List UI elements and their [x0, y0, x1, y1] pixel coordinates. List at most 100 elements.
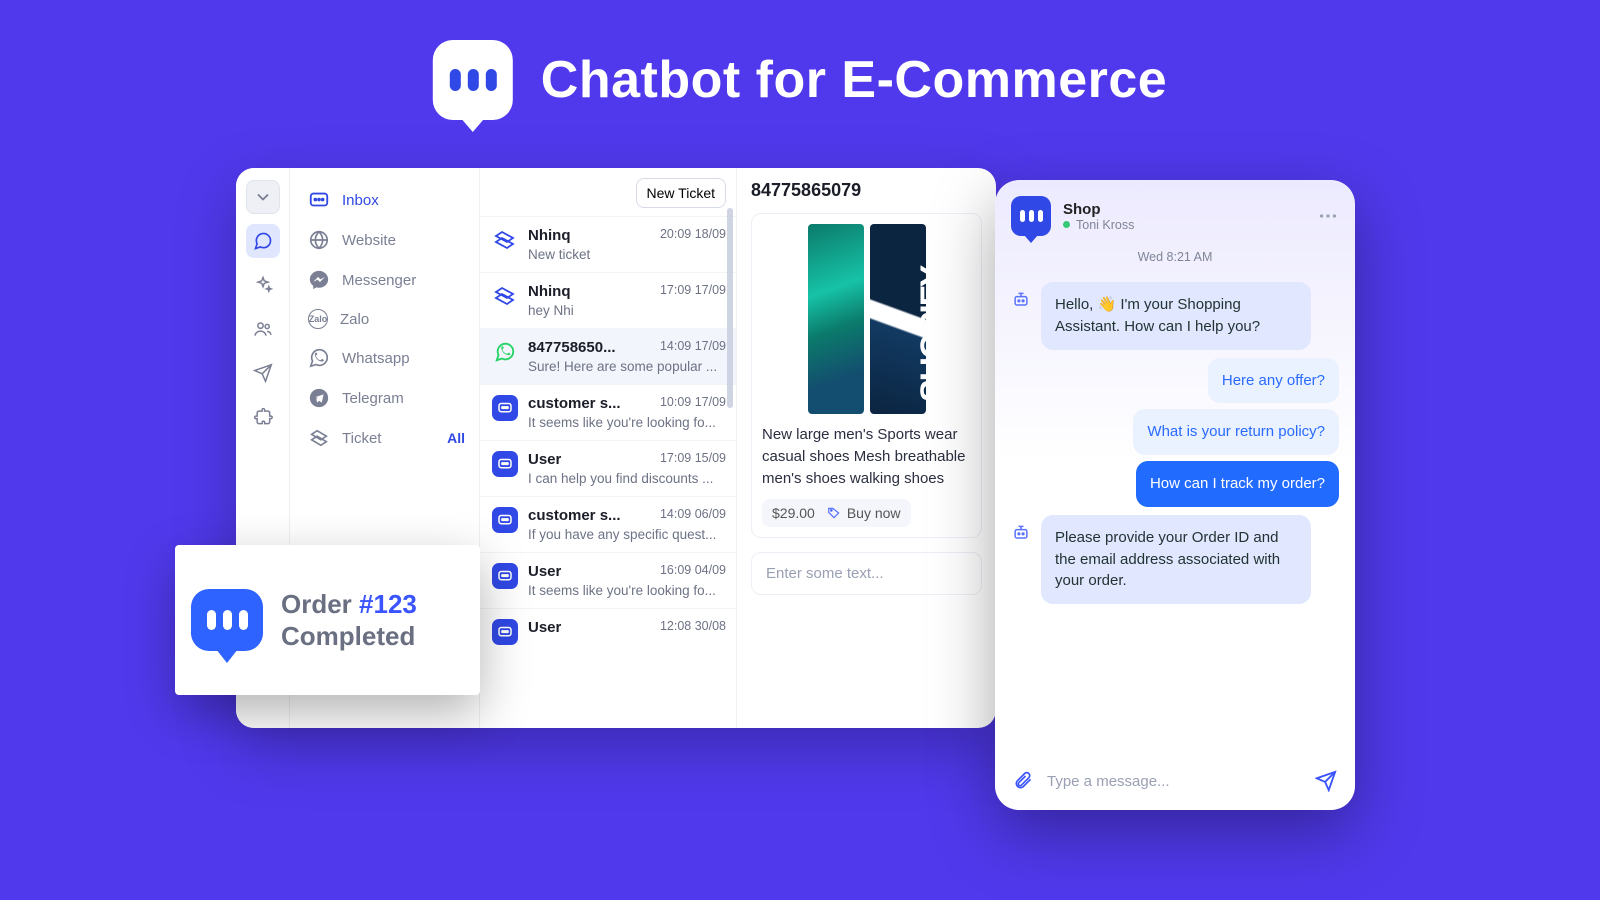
product-name: New large men's Sports wear casual shoes…	[762, 424, 971, 489]
online-dot-icon	[1063, 221, 1070, 228]
ticket-preview: It seems like you're looking fo...	[528, 415, 726, 430]
channel-whatsapp[interactable]: Whatsapp	[304, 338, 469, 378]
user-quick-reply[interactable]: What is your return policy?	[1133, 409, 1339, 455]
telegram-icon	[308, 387, 330, 409]
detail-title: 84775865079	[751, 180, 982, 201]
ticket-preview: It seems like you're looking fo...	[528, 583, 726, 598]
ticket-item[interactable]: customer s... 14:09 06/09 If you have any …	[480, 496, 736, 552]
ticket-list: Nhinq20:09 18/09New ticketNhinq17:09 17/…	[480, 216, 736, 728]
order-status-text: Order #123 Completed	[281, 588, 417, 653]
widget-timestamp: Wed 8:21 AM	[995, 250, 1355, 264]
tag-icon	[827, 506, 841, 520]
ticket-time: 10:09 17/09	[660, 395, 726, 412]
inbox-icon	[308, 189, 330, 211]
ticket-name: User	[528, 451, 561, 468]
ticket-time: 14:09 06/09	[660, 507, 726, 524]
globe-icon	[308, 229, 330, 251]
whatsapp-icon	[308, 347, 330, 369]
detail-pane: 84775865079 SHOPIFY New large men's Spor…	[736, 168, 996, 728]
ticket-time: 16:09 04/09	[660, 563, 726, 580]
chat-widget: Shop Toni Kross Wed 8:21 AM Hello, 👋 I'm…	[995, 180, 1355, 810]
channel-zalo[interactable]: Zalo Zalo	[304, 300, 469, 338]
bot-icon	[492, 619, 518, 645]
ticket-name: Nhinq	[528, 283, 571, 300]
ticket-preview: If you have any specific quest...	[528, 527, 726, 542]
ticket-pane: New Ticket Nhinq20:09 18/09New ticketNhi…	[480, 168, 736, 728]
tag-icon	[492, 227, 518, 253]
buy-now-label: Buy now	[847, 505, 901, 521]
user-quick-reply[interactable]: Here any offer?	[1208, 358, 1339, 404]
scrollbar-thumb[interactable]	[727, 208, 733, 408]
widget-shop-name: Shop	[1063, 201, 1305, 218]
channel-website[interactable]: Website	[304, 220, 469, 260]
hero: Chatbot for E-Commerce	[433, 40, 1167, 120]
product-card: SHOPIFY New large men's Sports wear casu…	[751, 213, 982, 538]
ticket-time: 14:09 17/09	[660, 339, 726, 356]
product-price: $29.00	[772, 505, 815, 521]
ticket-name: User	[528, 619, 561, 636]
ticket-item[interactable]: Nhinq17:09 17/09hey Nhi	[480, 272, 736, 328]
detail-composer[interactable]: Enter some text...	[751, 552, 982, 595]
bot-icon	[1011, 290, 1031, 310]
ticket-item[interactable]: User 12:08 30/08	[480, 608, 736, 655]
channel-label: Telegram	[342, 390, 404, 407]
rail-contacts-button[interactable]	[246, 312, 280, 346]
ticket-time: 17:09 15/09	[660, 451, 726, 468]
hero-title: Chatbot for E-Commerce	[541, 50, 1167, 110]
ticket-name: customer s...	[528, 395, 621, 412]
channel-telegram[interactable]: Telegram	[304, 378, 469, 418]
channel-label: Ticket	[342, 430, 381, 447]
widget-body: Hello, 👋 I'm your Shopping Assistant. Ho…	[995, 274, 1355, 756]
attach-button[interactable]	[1013, 771, 1033, 791]
widget-header: Shop Toni Kross	[995, 180, 1355, 244]
ticket-time: 17:09 17/09	[660, 283, 726, 300]
widget-input-bar: Type a message...	[995, 756, 1355, 810]
bot-message: Hello, 👋 I'm your Shopping Assistant. Ho…	[1041, 282, 1311, 350]
ticket-item[interactable]: customer s... 10:09 17/09 It seems like yo…	[480, 384, 736, 440]
ticket-name: User	[528, 563, 561, 580]
widget-more-button[interactable]	[1317, 205, 1339, 227]
ticket-preview: I can help you find discounts ...	[528, 471, 726, 486]
ticket-item[interactable]: User 16:09 04/09 It seems like you're look…	[480, 552, 736, 608]
rail-send-button[interactable]	[246, 356, 280, 390]
send-button[interactable]	[1315, 770, 1337, 792]
channel-messenger[interactable]: Messenger	[304, 260, 469, 300]
buy-now-button[interactable]: Buy now	[827, 505, 901, 521]
new-ticket-button[interactable]: New Ticket	[636, 178, 726, 208]
ticket-preview: Sure! Here are some popular ...	[528, 359, 726, 374]
product-image: SHOPIFY	[762, 224, 971, 414]
rail-extension-button[interactable]	[246, 400, 280, 434]
channel-inbox[interactable]: Inbox	[304, 180, 469, 220]
ticket-filter-all[interactable]: All	[447, 430, 465, 446]
ticket-icon	[308, 427, 330, 449]
ticket-name: customer s...	[528, 507, 621, 524]
hero-logo-icon	[433, 40, 513, 120]
tag-icon	[492, 283, 518, 309]
bot-message: Please provide your Order ID and the ema…	[1041, 515, 1311, 604]
channel-label: Messenger	[342, 272, 416, 289]
ticket-time: 12:08 30/08	[660, 619, 726, 636]
widget-input-field[interactable]: Type a message...	[1047, 773, 1301, 790]
ticket-item[interactable]: Nhinq20:09 18/09New ticket	[480, 216, 736, 272]
ticket-item[interactable]: User 17:09 15/09 I can help you find disco…	[480, 440, 736, 496]
widget-avatar-icon	[1011, 196, 1051, 236]
widget-agent-status: Toni Kross	[1063, 218, 1305, 232]
order-completed-card: Order #123 Completed	[175, 545, 480, 695]
bot-badge-icon	[191, 589, 263, 651]
bot-icon	[492, 563, 518, 589]
user-message: How can I track my order?	[1136, 461, 1339, 507]
ticket-name: Nhinq	[528, 227, 571, 244]
ticket-item[interactable]: 847758650...14:09 17/09Sure! Here are so…	[480, 328, 736, 384]
rail-sparkle-button[interactable]	[246, 268, 280, 302]
channel-ticket[interactable]: Ticket All	[304, 418, 469, 458]
channel-label: Inbox	[342, 192, 379, 209]
bot-icon	[492, 395, 518, 421]
channel-label: Zalo	[340, 311, 369, 328]
product-brand-art: SHOPIFY	[914, 267, 926, 402]
channel-label: Website	[342, 232, 396, 249]
bot-icon	[492, 507, 518, 533]
whatsapp-icon	[492, 339, 518, 365]
rail-collapse-button[interactable]	[246, 180, 280, 214]
rail-chat-button[interactable]	[246, 224, 280, 258]
bot-icon	[1011, 523, 1031, 543]
